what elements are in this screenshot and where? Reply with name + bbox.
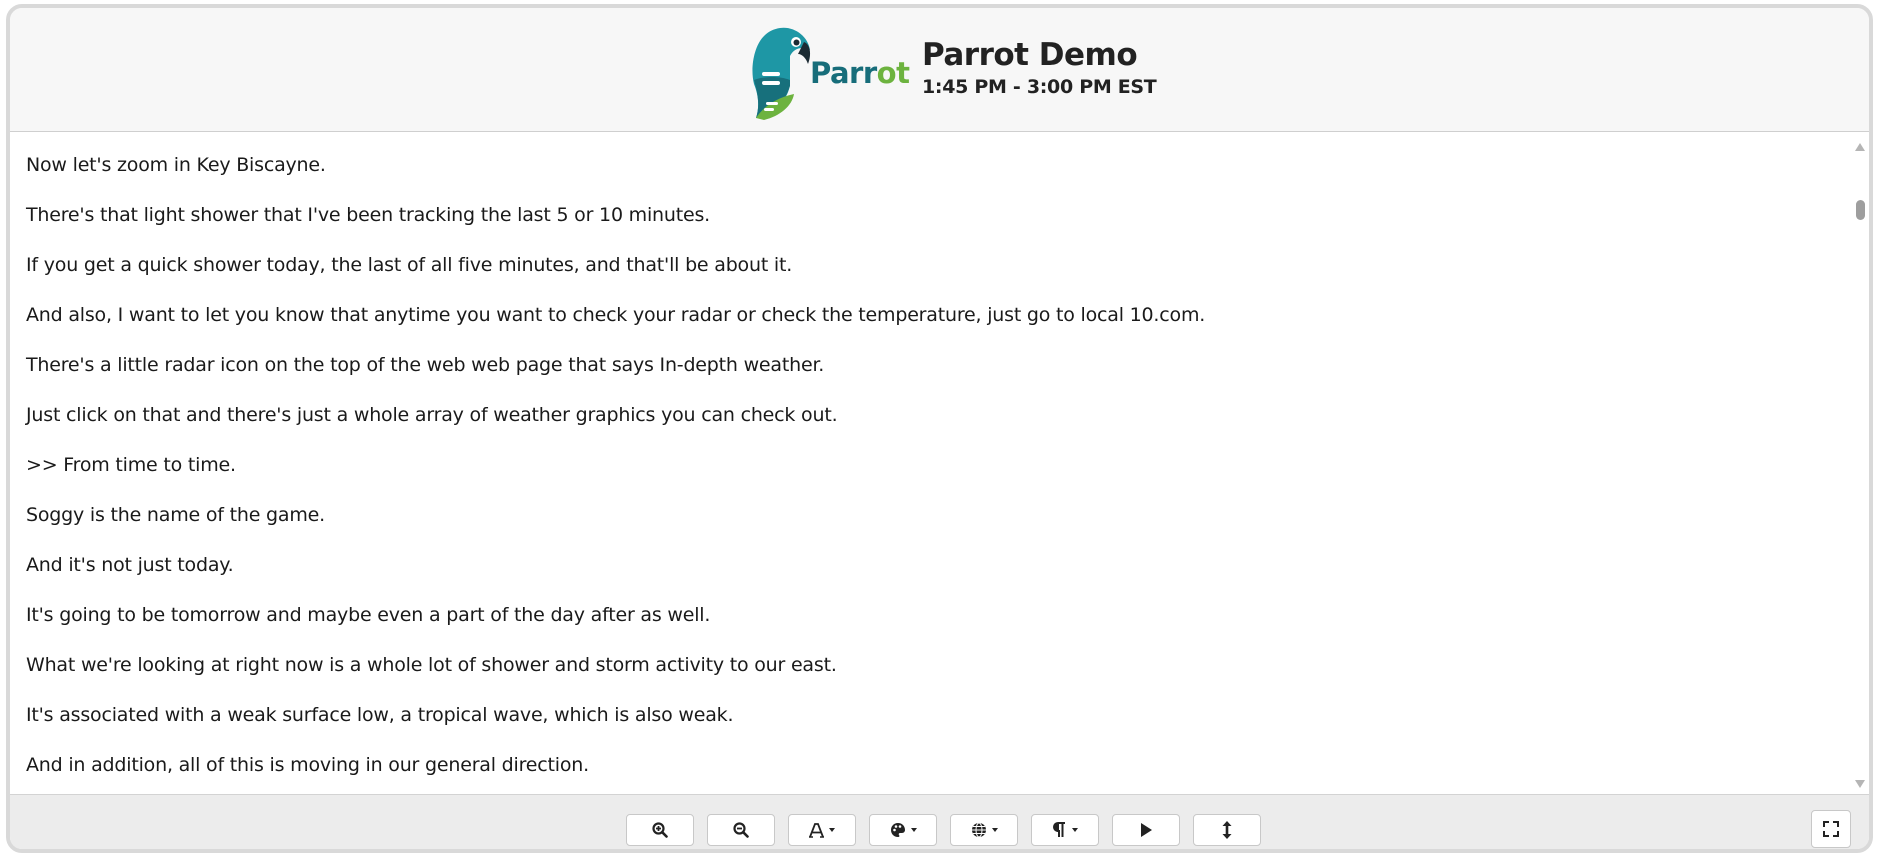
transcript-line: >> From time to time.: [26, 454, 236, 476]
zoom-in-button[interactable]: [626, 814, 694, 846]
font-icon: [809, 822, 824, 838]
transcript-line: It's going to be tomorrow and maybe even…: [26, 604, 711, 626]
transcript-line: If you get a quick shower today, the las…: [26, 254, 793, 276]
logo-text-part2: ot: [876, 56, 910, 90]
transcript-line: There's that light shower that I've been…: [26, 204, 711, 226]
play-button[interactable]: [1112, 814, 1180, 846]
zoom-out-icon: [733, 822, 749, 838]
globe-icon: [971, 822, 986, 838]
fullscreen-button[interactable]: [1811, 810, 1851, 848]
session-time: 1:45 PM - 3:00 PM EST: [922, 76, 1157, 98]
font-dropdown-button[interactable]: [788, 814, 856, 846]
color-theme-dropdown-button[interactable]: [869, 814, 937, 846]
transcript-line: And it's not just today.: [26, 554, 234, 576]
transcript-panel: Now let's zoom in Key Biscayne. There's …: [10, 132, 1859, 794]
transcript-line: And in addition, all of this is moving i…: [26, 754, 589, 776]
palette-icon: [890, 823, 905, 837]
chevron-down-icon: [1071, 828, 1078, 832]
zoom-out-button[interactable]: [707, 814, 775, 846]
chevron-down-icon: [910, 828, 917, 832]
caption-viewer-window: Parrot Parrot Demo 1:45 PM - 3:00 PM EST…: [6, 4, 1873, 853]
page-title: Parrot Demo: [922, 37, 1138, 73]
transcript-line: Soggy is the name of the game.: [26, 504, 325, 526]
scroll-down-arrow-icon[interactable]: [1855, 780, 1865, 788]
vertical-resize-icon: [1222, 821, 1232, 839]
zoom-in-icon: [652, 822, 668, 838]
paragraph-icon: [1052, 822, 1065, 837]
transcript-line: It's associated with a weak surface low,…: [26, 704, 734, 726]
header-bar: Parrot Parrot Demo 1:45 PM - 3:00 PM EST: [10, 8, 1869, 132]
paragraph-dropdown-button[interactable]: [1031, 814, 1099, 846]
resize-height-button[interactable]: [1193, 814, 1261, 846]
language-dropdown-button[interactable]: [950, 814, 1018, 846]
play-icon: [1141, 823, 1152, 837]
expand-icon: [1823, 821, 1839, 837]
scroll-up-arrow-icon[interactable]: [1855, 143, 1865, 151]
transcript-line: And also, I want to let you know that an…: [26, 304, 1206, 326]
title-block: Parrot Demo 1:45 PM - 3:00 PM EST: [922, 36, 1157, 100]
chevron-down-icon: [991, 828, 998, 832]
transcript-line: What we're looking at right now is a who…: [26, 654, 837, 676]
transcript-line: Just click on that and there's just a wh…: [26, 404, 838, 426]
chevron-down-icon: [829, 828, 835, 832]
logo-wordmark: Parrot: [810, 56, 910, 90]
transcript-line: There's a little radar icon on the top o…: [26, 354, 825, 376]
scroll-thumb[interactable]: [1856, 200, 1865, 220]
logo-text-part1: Parr: [810, 56, 877, 90]
transcript-line: Now let's zoom in Key Biscayne.: [26, 154, 326, 176]
parrot-bird-icon: [752, 27, 811, 120]
parrot-logo: Parrot: [750, 24, 910, 120]
bottom-toolbar: [10, 794, 1869, 849]
transcript-scrollbar[interactable]: [1851, 132, 1869, 794]
